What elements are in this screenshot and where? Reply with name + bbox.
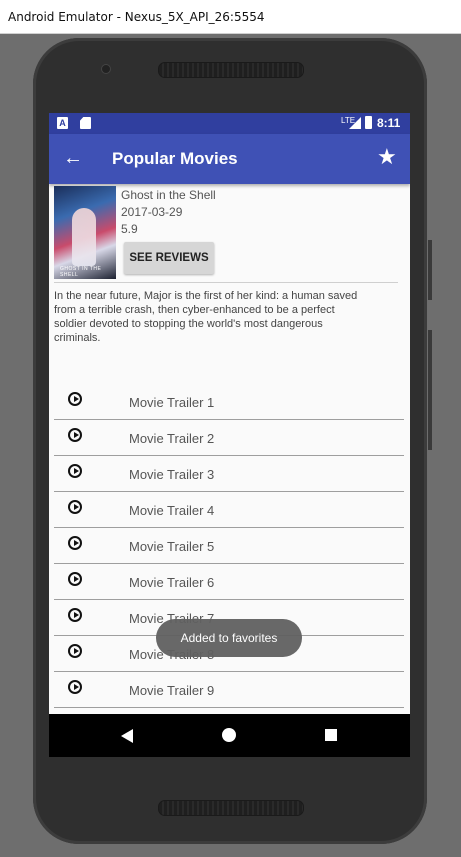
- play-circle-icon[interactable]: [68, 464, 82, 478]
- play-circle-icon[interactable]: [68, 608, 82, 622]
- poster-caption: GHOST IN THE SHELL: [60, 266, 102, 278]
- volume-button[interactable]: [428, 330, 432, 450]
- emulator-title: Android Emulator - Nexus_5X_API_26:5554: [8, 10, 265, 24]
- movie-overview: In the near future, Major is the first o…: [54, 290, 358, 344]
- sd-card-icon: [80, 117, 91, 129]
- play-circle-icon[interactable]: [68, 428, 82, 442]
- top-speaker: [158, 62, 304, 78]
- trailer-label: Movie Trailer 1: [129, 395, 215, 410]
- poster-figure: [72, 208, 96, 266]
- star-icon[interactable]: ★: [377, 145, 397, 169]
- emulator-title-bar: Android Emulator - Nexus_5X_API_26:5554: [0, 0, 461, 34]
- front-camera: [101, 64, 111, 74]
- page-title: Popular Movies: [112, 149, 238, 168]
- trailer-item[interactable]: Movie Trailer 5: [54, 528, 404, 564]
- play-circle-icon[interactable]: [68, 680, 82, 694]
- trailer-label: Movie Trailer 5: [129, 539, 215, 554]
- trailer-label: Movie Trailer 9: [129, 683, 215, 698]
- arrow-back-icon[interactable]: ←: [63, 146, 83, 170]
- nav-home-icon[interactable]: [222, 728, 236, 742]
- status-time: 8:11: [377, 116, 401, 130]
- trailer-item[interactable]: Movie Trailer 9: [54, 672, 404, 708]
- trailer-item[interactable]: Movie Trailer 3: [54, 456, 404, 492]
- trailer-label: Movie Trailer 4: [129, 503, 215, 518]
- movie-title: Ghost in the Shell: [121, 188, 216, 202]
- trailer-label: Movie Trailer 3: [129, 467, 215, 482]
- trailer-item[interactable]: Movie Trailer 6: [54, 564, 404, 600]
- rating: 5.9: [121, 222, 138, 236]
- play-circle-icon[interactable]: [68, 392, 82, 406]
- see-reviews-button[interactable]: SEE REVIEWS: [124, 242, 214, 274]
- trailer-item[interactable]: Movie Trailer 1: [54, 384, 404, 420]
- a-icon: A: [57, 117, 68, 129]
- trailer-list: Movie Trailer 1 Movie Trailer 2 Movie Tr…: [54, 384, 404, 708]
- app-bar: ← Popular Movies ★: [49, 134, 410, 184]
- phone-screen: A LTE 8:11 ← Popular Movies ★ GHOST IN T…: [49, 113, 410, 757]
- play-circle-icon[interactable]: [68, 572, 82, 586]
- movie-poster: GHOST IN THE SHELL: [54, 186, 116, 279]
- nav-back-icon[interactable]: [121, 729, 133, 743]
- divider: [54, 282, 398, 283]
- play-circle-icon[interactable]: [68, 500, 82, 514]
- trailer-label: Movie Trailer 2: [129, 431, 215, 446]
- battery-icon: [365, 116, 372, 129]
- signal-icon: [349, 117, 361, 129]
- play-circle-icon[interactable]: [68, 644, 82, 658]
- trailer-item[interactable]: Movie Trailer 4: [54, 492, 404, 528]
- bottom-speaker: [158, 800, 304, 816]
- power-button[interactable]: [428, 240, 432, 300]
- nav-recents-icon[interactable]: [325, 729, 337, 741]
- toast-message: Added to favorites: [156, 619, 302, 657]
- navigation-bar: [49, 714, 410, 757]
- status-bar: A LTE 8:11: [49, 113, 410, 134]
- trailer-item[interactable]: Movie Trailer 2: [54, 420, 404, 456]
- play-circle-icon[interactable]: [68, 536, 82, 550]
- trailer-label: Movie Trailer 6: [129, 575, 215, 590]
- release-date: 2017-03-29: [121, 205, 183, 219]
